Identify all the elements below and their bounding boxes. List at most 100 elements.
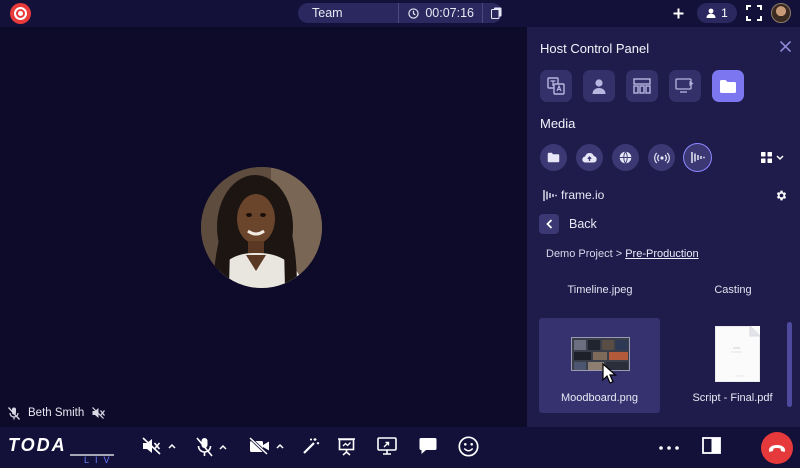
folder-item[interactable]: Casting bbox=[687, 284, 779, 296]
broadcast-source-button[interactable] bbox=[648, 144, 675, 171]
user-avatar[interactable] bbox=[771, 3, 791, 23]
phone-hangup-icon bbox=[769, 444, 785, 452]
speaker-off-icon bbox=[92, 407, 106, 419]
chat-icon bbox=[419, 438, 437, 454]
breadcrumb-separator: > bbox=[615, 248, 623, 260]
file-name: Script - Final.pdf bbox=[692, 392, 773, 404]
frameio-logo: frame.io bbox=[543, 188, 604, 202]
speaker-off-icon[interactable] bbox=[142, 437, 162, 455]
share-screen-icon bbox=[377, 437, 397, 455]
participant-name: Beth Smith bbox=[28, 407, 85, 419]
panel-title: Host Control Panel bbox=[540, 41, 650, 56]
mic-off-icon[interactable] bbox=[196, 437, 213, 457]
panel-toggle-button[interactable] bbox=[702, 437, 721, 454]
mouse-cursor-icon bbox=[602, 363, 617, 384]
cloud-upload-icon bbox=[582, 153, 597, 163]
folder-icon bbox=[720, 79, 736, 93]
smiley-icon bbox=[458, 436, 479, 457]
cloud-upload-button[interactable] bbox=[576, 144, 603, 171]
breadcrumb-current[interactable]: Pre-Production bbox=[625, 248, 698, 260]
participant-label: Beth Smith bbox=[8, 404, 106, 422]
effects-button[interactable] bbox=[302, 437, 320, 455]
person-icon bbox=[592, 79, 606, 94]
host-control-panel: Host Control Panel Media frame.io Back D… bbox=[527, 27, 800, 427]
logo-sub: LIVE bbox=[84, 455, 114, 463]
participant-portrait-image bbox=[201, 167, 322, 288]
breadcrumb-root[interactable]: Demo Project bbox=[546, 248, 613, 260]
sidebar-panel-icon bbox=[702, 437, 721, 454]
layout-icon bbox=[633, 78, 651, 94]
share-screen-button[interactable] bbox=[377, 437, 397, 455]
folder-icon bbox=[547, 152, 560, 163]
close-icon[interactable] bbox=[780, 41, 791, 52]
end-call-button[interactable] bbox=[761, 432, 793, 464]
participant-count: 1 bbox=[721, 6, 728, 20]
fullscreen-icon[interactable] bbox=[746, 5, 762, 21]
file-card-moodboard[interactable]: Moodboard.png bbox=[539, 318, 660, 413]
local-files-button[interactable] bbox=[540, 144, 567, 171]
more-options-button[interactable] bbox=[659, 446, 679, 450]
camera-off-icon[interactable] bbox=[249, 437, 270, 455]
globe-icon bbox=[619, 151, 632, 164]
participants-button[interactable]: 1 bbox=[697, 3, 737, 23]
top-bar: Team Meeting 00:07:16 1 bbox=[0, 0, 800, 40]
meeting-timer: 00:07:16 bbox=[399, 3, 483, 23]
chevron-down-icon bbox=[776, 154, 784, 160]
file-thumbnail bbox=[571, 337, 630, 371]
copy-icon bbox=[491, 7, 502, 19]
breadcrumb: Demo Project > Pre-Production bbox=[546, 248, 699, 260]
audio-control bbox=[142, 437, 176, 455]
meeting-title: Team Meeting bbox=[298, 3, 400, 40]
host-tool-row bbox=[540, 70, 744, 102]
presentation-board-icon bbox=[338, 438, 355, 456]
chevron-left-icon bbox=[539, 214, 559, 234]
bottom-toolbar: TODA LIVE bbox=[0, 427, 800, 468]
grid-icon bbox=[761, 152, 772, 163]
mic-off-icon bbox=[8, 406, 20, 420]
mic-control bbox=[196, 437, 227, 457]
frameio-icon bbox=[690, 152, 705, 163]
media-tool-button[interactable] bbox=[712, 70, 744, 102]
translate-icon bbox=[547, 77, 565, 95]
frameio-icon bbox=[543, 189, 557, 201]
person-icon bbox=[706, 8, 716, 18]
record-button[interactable] bbox=[10, 3, 31, 24]
file-thumbnail bbox=[714, 325, 761, 383]
plus-icon bbox=[673, 8, 683, 18]
back-label: Back bbox=[569, 217, 597, 231]
layout-tool-button[interactable] bbox=[626, 70, 658, 102]
more-dots-icon bbox=[659, 446, 679, 450]
integration-name: frame.io bbox=[561, 188, 605, 202]
chevron-up-icon[interactable] bbox=[276, 443, 284, 449]
folder-item[interactable]: Timeline.jpeg bbox=[555, 284, 645, 296]
meeting-info-pill: Team Meeting 00:07:16 bbox=[298, 3, 502, 40]
file-name: Moodboard.png bbox=[560, 392, 639, 404]
chat-button[interactable] bbox=[419, 437, 437, 455]
chevron-up-icon[interactable] bbox=[168, 443, 176, 449]
file-card-script[interactable]: Script - Final.pdf bbox=[672, 318, 793, 413]
monitor-play-icon bbox=[675, 78, 694, 93]
panel-scrollbar[interactable] bbox=[787, 322, 792, 407]
logo-text: TODA bbox=[8, 435, 67, 455]
view-toggle-button[interactable] bbox=[761, 152, 784, 163]
web-source-button[interactable] bbox=[612, 144, 639, 171]
camera-control bbox=[249, 437, 284, 455]
video-area: Beth Smith bbox=[0, 27, 527, 427]
copy-button[interactable] bbox=[483, 7, 502, 19]
whiteboard-button[interactable] bbox=[337, 437, 356, 456]
chevron-up-icon[interactable] bbox=[219, 444, 227, 450]
back-button[interactable]: Back bbox=[539, 214, 597, 234]
translate-tool-button[interactable] bbox=[540, 70, 572, 102]
media-source-row bbox=[540, 144, 711, 171]
participant-video-avatar bbox=[201, 167, 322, 288]
participants-tool-button[interactable] bbox=[583, 70, 615, 102]
clock-icon bbox=[408, 7, 420, 19]
frameio-source-button[interactable] bbox=[684, 144, 711, 171]
record-icon bbox=[14, 7, 27, 20]
media-section-label: Media bbox=[540, 116, 576, 131]
add-button[interactable] bbox=[670, 5, 686, 21]
reactions-button[interactable] bbox=[458, 436, 479, 457]
screen-tool-button[interactable] bbox=[669, 70, 701, 102]
gear-icon[interactable] bbox=[775, 189, 788, 202]
magic-wand-icon bbox=[303, 438, 320, 454]
